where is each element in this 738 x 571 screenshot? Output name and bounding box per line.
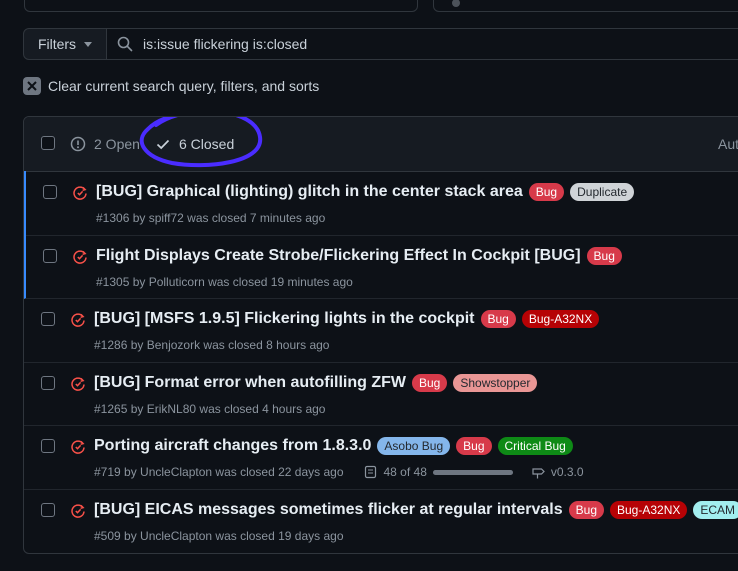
task-progress-bar [432,469,513,475]
status-dot-icon [452,0,460,7]
issue-title-link[interactable]: [BUG] [MSFS 1.9.5] Flickering lights in … [94,310,475,328]
issue-checkbox[interactable] [41,503,55,517]
top-control-right[interactable] [433,0,738,12]
issue-meta: #1306 by spiff72 was closed 7 minutes ag… [96,211,326,225]
issue-closed-icon [71,440,85,454]
task-progress-fill [432,469,513,475]
issue-open-icon [70,136,86,152]
issues-panel: 2 Open 6 Closed Author [BUG] Graphical (… [23,116,738,554]
issue-label[interactable]: Asobo Bug [377,437,451,455]
issue-checkbox[interactable] [41,439,55,453]
issue-title-link[interactable]: [BUG] Graphical (lighting) glitch in the… [96,183,523,201]
issue-meta: #719 by UncleClapton was closed 22 days … [94,465,344,479]
clear-filters-link[interactable]: Clear current search query, filters, and… [23,77,319,95]
issue-closed-icon [71,377,85,391]
check-icon [156,139,170,150]
top-control-left[interactable] [24,0,418,12]
issue-closed-icon [73,250,87,264]
author-filter[interactable]: Author [718,136,738,152]
issue-label[interactable]: ECAM [693,501,738,519]
issue-row[interactable]: [BUG] Format error when autofilling ZFW B… [24,362,738,426]
issue-label[interactable]: Bug [480,310,516,328]
issue-meta: #1286 by Benjozork was closed 8 hours ag… [94,338,330,352]
issue-closed-icon [71,313,85,327]
issue-title-link[interactable]: [BUG] EICAS messages sometimes flicker a… [94,501,563,519]
issue-label[interactable]: Duplicate [570,183,635,201]
issue-closed-icon [71,504,85,518]
tasklist-icon [364,465,376,479]
issue-meta: #1265 by ErikNL80 was closed 4 hours ago [94,402,326,416]
issue-label[interactable]: Bug-A32NX [521,310,600,328]
issue-label[interactable]: Bug [411,374,448,392]
issue-meta: #509 by UncleClapton was closed 19 days … [94,529,344,543]
closed-count-label: 6 Closed [179,136,235,152]
issue-label[interactable]: Bug [568,501,604,519]
task-count: 48 of 48 [383,465,427,479]
filters-button[interactable]: Filters [23,28,107,60]
caret-down-icon [84,41,93,47]
issue-checkbox[interactable] [43,185,57,199]
issue-label[interactable]: Showstopper [453,374,538,392]
issue-row[interactable]: [BUG] [MSFS 1.9.5] Flickering lights in … [24,298,738,363]
issue-label[interactable]: Bug-A32NX [610,501,688,519]
search-field[interactable] [106,28,738,60]
issue-checkbox[interactable] [41,376,55,390]
select-all-checkbox[interactable] [41,136,55,150]
issue-checkbox[interactable] [41,312,55,326]
issue-label[interactable]: Critical Bug [497,437,573,455]
issue-label[interactable]: Bug [456,437,492,455]
issue-row[interactable]: [BUG] EICAS messages sometimes flicker a… [24,489,738,553]
issue-checkbox[interactable] [43,249,57,263]
issues-header: 2 Open 6 Closed Author [24,117,738,172]
milestone-icon [532,468,545,479]
close-icon [23,77,41,95]
issue-meta: #1305 by Polluticorn was closed 19 minut… [96,275,353,289]
tab-open[interactable]: 2 Open [70,136,140,152]
issue-row[interactable]: [BUG] Graphical (lighting) glitch in the… [24,171,738,236]
issue-label[interactable]: Bug [528,183,565,201]
search-input[interactable] [141,35,645,53]
search-icon [117,36,133,52]
issue-closed-icon [73,186,87,200]
clear-filters-label: Clear current search query, filters, and… [48,78,320,94]
tab-closed[interactable]: 6 Closed [155,136,234,152]
issue-title-link[interactable]: Porting aircraft changes from 1.8.3.0 [94,437,371,455]
issue-label[interactable]: Bug [586,247,622,265]
issue-row[interactable]: Porting aircraft changes from 1.8.3.0 Aso… [24,425,738,490]
open-count-label: 2 Open [94,136,140,152]
milestone-link[interactable]: v0.3.0 [551,465,584,479]
filters-label: Filters [37,36,77,52]
issue-title-link[interactable]: Flight Displays Create Strobe/Flickering… [96,247,581,265]
issue-title-link[interactable]: [BUG] Format error when autofilling ZFW [94,374,406,392]
issue-row[interactable]: Flight Displays Create Strobe/Flickering… [24,235,738,299]
